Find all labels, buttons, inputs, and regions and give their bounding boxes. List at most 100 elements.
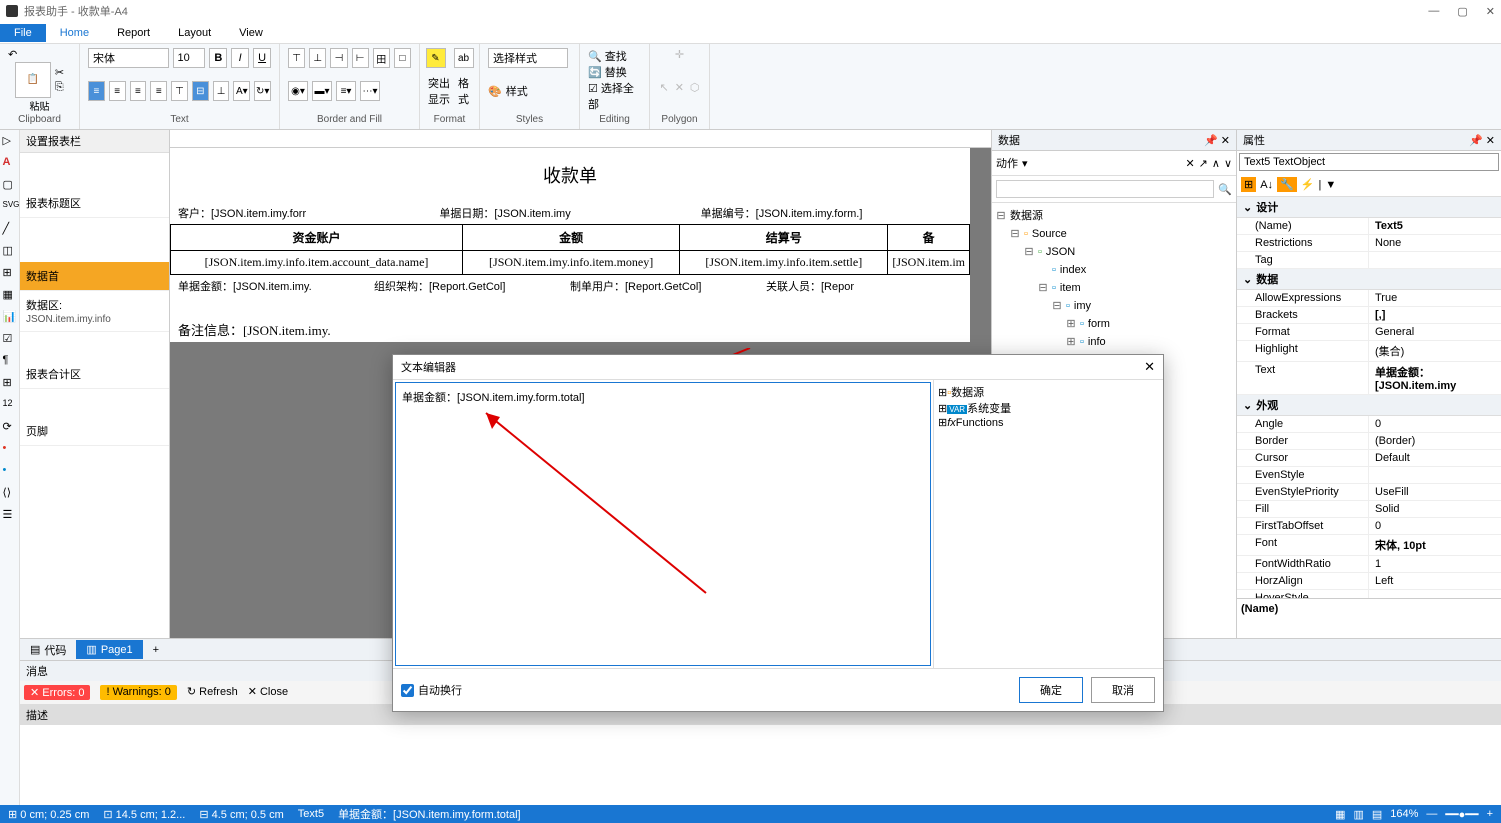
- style-combo[interactable]: 选择样式: [488, 48, 568, 68]
- band-datahead[interactable]: 数据首: [20, 262, 169, 291]
- th-settle[interactable]: 结算号: [680, 225, 888, 251]
- report-title[interactable]: 收款单: [170, 148, 970, 202]
- action-up-icon[interactable]: ∧: [1212, 157, 1220, 170]
- td-account[interactable]: [JSON.item.imy.info.item.account_data.na…: [171, 251, 463, 275]
- cat-design[interactable]: 设计: [1256, 199, 1278, 215]
- cat-data[interactable]: 数据: [1256, 271, 1278, 287]
- prop-fill-v[interactable]: Solid: [1369, 501, 1501, 517]
- field-remark[interactable]: 备注信息：[JSON.item.imy.: [170, 317, 970, 342]
- misc-tool4[interactable]: ⟨⟩: [3, 486, 17, 500]
- tab-page1[interactable]: ▥Page1: [76, 640, 142, 659]
- menu-home[interactable]: Home: [46, 24, 103, 42]
- size-combo[interactable]: 10: [173, 48, 206, 68]
- field-org[interactable]: 组织架构：[Report.GetCol]: [374, 278, 570, 294]
- minimize-button[interactable]: —: [1428, 5, 1439, 18]
- prop-ha-v[interactable]: Left: [1369, 573, 1501, 589]
- th-amount[interactable]: 金额: [463, 225, 680, 251]
- border-bottom-button[interactable]: ⊥: [309, 48, 326, 68]
- report-page[interactable]: 收款单 客户：[JSON.item.imy.forr单据日期：[JSON.ite…: [170, 148, 970, 342]
- td-settle[interactable]: [JSON.item.imy.info.item.settle]: [680, 251, 888, 275]
- valign-bottom-button[interactable]: ⊥: [213, 81, 230, 101]
- border-top-button[interactable]: ⊤: [288, 48, 305, 68]
- copy-icon[interactable]: ⎘: [55, 81, 64, 94]
- line-color-button[interactable]: ▬▾: [312, 81, 332, 101]
- tree-index[interactable]: index: [1060, 261, 1086, 279]
- props-filter-icon[interactable]: ▼: [1325, 179, 1336, 191]
- property-grid[interactable]: ⌄设计 (Name)Text5 RestrictionsNone Tag ⌄数据…: [1237, 197, 1501, 598]
- warnings-badge[interactable]: ! Warnings: 0: [100, 685, 176, 700]
- line-width-button[interactable]: ≡▾: [336, 81, 356, 101]
- border-all-button[interactable]: 田: [373, 48, 390, 68]
- misc-tool5[interactable]: ☰: [3, 508, 17, 522]
- fill-color-button[interactable]: ◉▾: [288, 81, 308, 101]
- tab-code[interactable]: ▤代码: [20, 639, 76, 661]
- format-button[interactable]: ab: [454, 48, 474, 68]
- svg-tool[interactable]: SVG: [3, 200, 17, 214]
- field-date[interactable]: 单据日期：[JSON.item.imy: [439, 205, 700, 221]
- valign-top-button[interactable]: ⊤: [171, 81, 188, 101]
- td-amount[interactable]: [JSON.item.imy.info.item.money]: [463, 251, 680, 275]
- align-left-button[interactable]: ≡: [88, 81, 105, 101]
- status-view1-icon[interactable]: ▦: [1335, 808, 1345, 821]
- props-wrench-icon[interactable]: 🔧: [1277, 177, 1297, 192]
- props-pin-icon[interactable]: 📌: [1469, 134, 1483, 147]
- props-cat-icon[interactable]: ⊞: [1241, 177, 1256, 192]
- prop-angle-v[interactable]: 0: [1369, 416, 1501, 432]
- table-tool[interactable]: ▦: [3, 288, 17, 302]
- band-title[interactable]: 报表标题区: [20, 189, 169, 218]
- tree-json[interactable]: JSON: [1046, 243, 1075, 261]
- prop-name-v[interactable]: Text5: [1369, 218, 1501, 234]
- zoom-slider[interactable]: ━━●━━: [1445, 808, 1478, 821]
- line-tool[interactable]: ╱: [3, 222, 17, 236]
- prop-tag-v[interactable]: [1369, 252, 1501, 268]
- highlight-button[interactable]: ✎: [426, 48, 446, 68]
- font-combo[interactable]: 宋体: [88, 48, 169, 68]
- dialog-ok-button[interactable]: 确定: [1019, 677, 1083, 703]
- menu-view[interactable]: View: [225, 24, 277, 42]
- dlg-tree-ds[interactable]: 数据源: [951, 387, 984, 399]
- shape-tool[interactable]: ◫: [3, 244, 17, 258]
- autowrap-checkbox[interactable]: 自动换行: [401, 682, 462, 698]
- dialog-close-button[interactable]: ✕: [1144, 359, 1155, 375]
- rotate-button[interactable]: ↻▾: [254, 81, 271, 101]
- prop-restr-v[interactable]: None: [1369, 235, 1501, 251]
- menu-layout[interactable]: Layout: [164, 24, 225, 42]
- prop-fwr-v[interactable]: 1: [1369, 556, 1501, 572]
- panel-close-icon[interactable]: ✕: [1221, 134, 1230, 147]
- zoom-out-button[interactable]: —: [1426, 808, 1437, 820]
- underline-button[interactable]: U: [253, 48, 271, 68]
- barcode-tool[interactable]: ⊞: [3, 266, 17, 280]
- line-style-button[interactable]: ⋯▾: [360, 81, 380, 101]
- menu-report[interactable]: Report: [103, 24, 164, 42]
- prop-hs-v[interactable]: [1369, 590, 1501, 598]
- th-remark[interactable]: 备: [888, 225, 970, 251]
- valign-middle-button[interactable]: ⊟: [192, 81, 209, 101]
- tree-item[interactable]: item: [1060, 279, 1081, 297]
- misc-tool1[interactable]: ⟳: [3, 420, 17, 434]
- prop-border-v[interactable]: (Border): [1369, 433, 1501, 449]
- chart-tool[interactable]: 📊: [3, 310, 17, 324]
- dlg-tree-fn[interactable]: Functions: [956, 417, 1004, 429]
- find-button[interactable]: 🔍 查找: [588, 48, 641, 64]
- tab-add[interactable]: +: [143, 641, 169, 659]
- zoom-in-button[interactable]: +: [1487, 808, 1493, 820]
- image-tool[interactable]: ▢: [3, 178, 17, 192]
- status-view3-icon[interactable]: ▤: [1372, 808, 1382, 821]
- font-color-button[interactable]: A▾: [233, 81, 250, 101]
- dialog-tree[interactable]: ⊞▫数据源 ⊞VAR系统变量 ⊞fxFunctions: [933, 380, 1163, 668]
- band-data[interactable]: 数据区:JSON.item.imy.info: [20, 291, 169, 332]
- prop-evenp-v[interactable]: UseFill: [1369, 484, 1501, 500]
- th-account[interactable]: 资金账户: [171, 225, 463, 251]
- tree-source[interactable]: Source: [1032, 225, 1067, 243]
- panel-pin-icon[interactable]: 📌: [1204, 134, 1218, 147]
- dlg-tree-sv[interactable]: 系统变量: [967, 403, 1011, 415]
- text-tool[interactable]: A: [3, 156, 17, 170]
- errors-badge[interactable]: ✕ Errors: 0: [24, 685, 90, 700]
- props-bolt-icon[interactable]: ⚡: [1301, 178, 1315, 191]
- field-amount[interactable]: 单据金额：[JSON.item.imy.: [178, 278, 374, 294]
- prop-hl-v[interactable]: (集合): [1369, 341, 1501, 361]
- selectall-button[interactable]: ☑ 选择全部: [588, 80, 641, 112]
- close-messages-button[interactable]: ✕ Close: [248, 685, 288, 700]
- pointer-tool[interactable]: ▷: [3, 134, 17, 148]
- prop-tab-v[interactable]: 0: [1369, 518, 1501, 534]
